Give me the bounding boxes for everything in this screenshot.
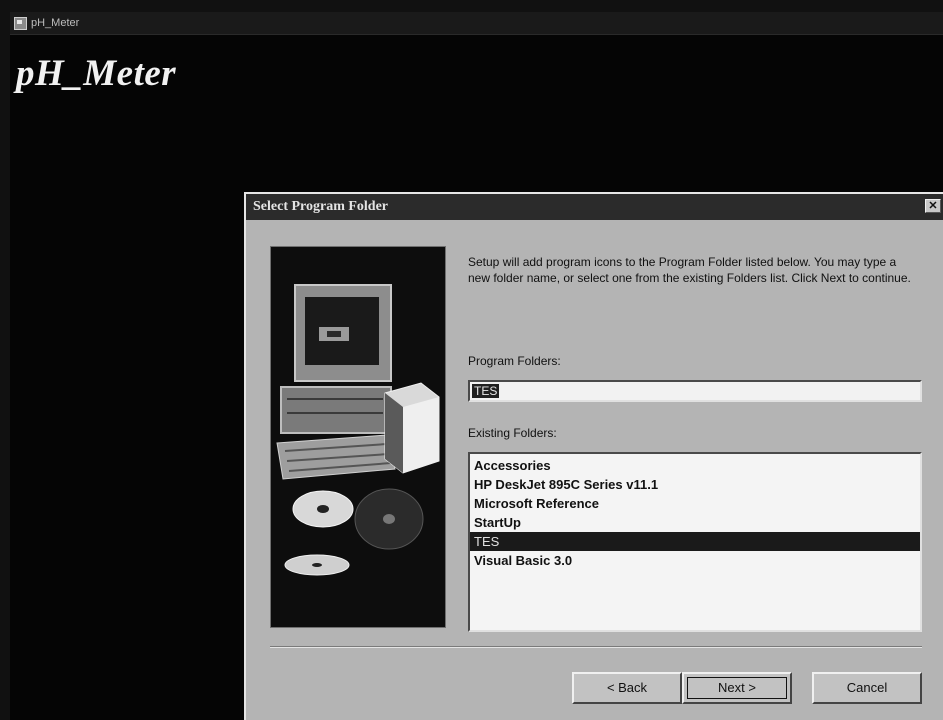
cancel-button[interactable]: Cancel [812,672,922,704]
back-button[interactable]: < Back [572,672,682,704]
list-item[interactable]: StartUp [470,513,920,532]
program-folder-input[interactable]: TES [468,380,922,402]
list-item[interactable]: Accessories [470,456,920,475]
program-folders-label: Program Folders: [468,354,561,368]
app-window-title: pH_Meter [31,17,80,29]
app-heading: pH_Meter [16,53,177,94]
divider [270,646,922,648]
existing-folders-list[interactable]: Accessories HP DeskJet 895C Series v11.1… [468,452,922,632]
dialog-titlebar[interactable]: Select Program Folder ✕ [246,194,943,220]
program-folder-value: TES [472,384,500,398]
dialog-description: Setup will add program icons to the Prog… [468,255,911,285]
window-icon[interactable] [14,16,27,30]
app-titlebar[interactable]: pH_Meter [10,12,943,35]
cd-disc-icon [284,488,424,576]
existing-folders-label: Existing Folders: [468,426,557,440]
computer-illustration [270,246,446,628]
next-button[interactable]: Next > [682,672,792,704]
list-item[interactable]: Visual Basic 3.0 [470,551,920,570]
computer-illustration-svg [276,284,440,576]
dialog-title: Select Program Folder [253,199,389,214]
list-item[interactable]: Microsoft Reference [470,494,920,513]
select-program-folder-dialog: Select Program Folder ✕ Setup will add p… [244,192,943,720]
list-item-selected[interactable]: TES [470,532,920,551]
close-icon[interactable]: ✕ [925,199,941,213]
list-item[interactable]: HP DeskJet 895C Series v11.1 [470,475,920,494]
